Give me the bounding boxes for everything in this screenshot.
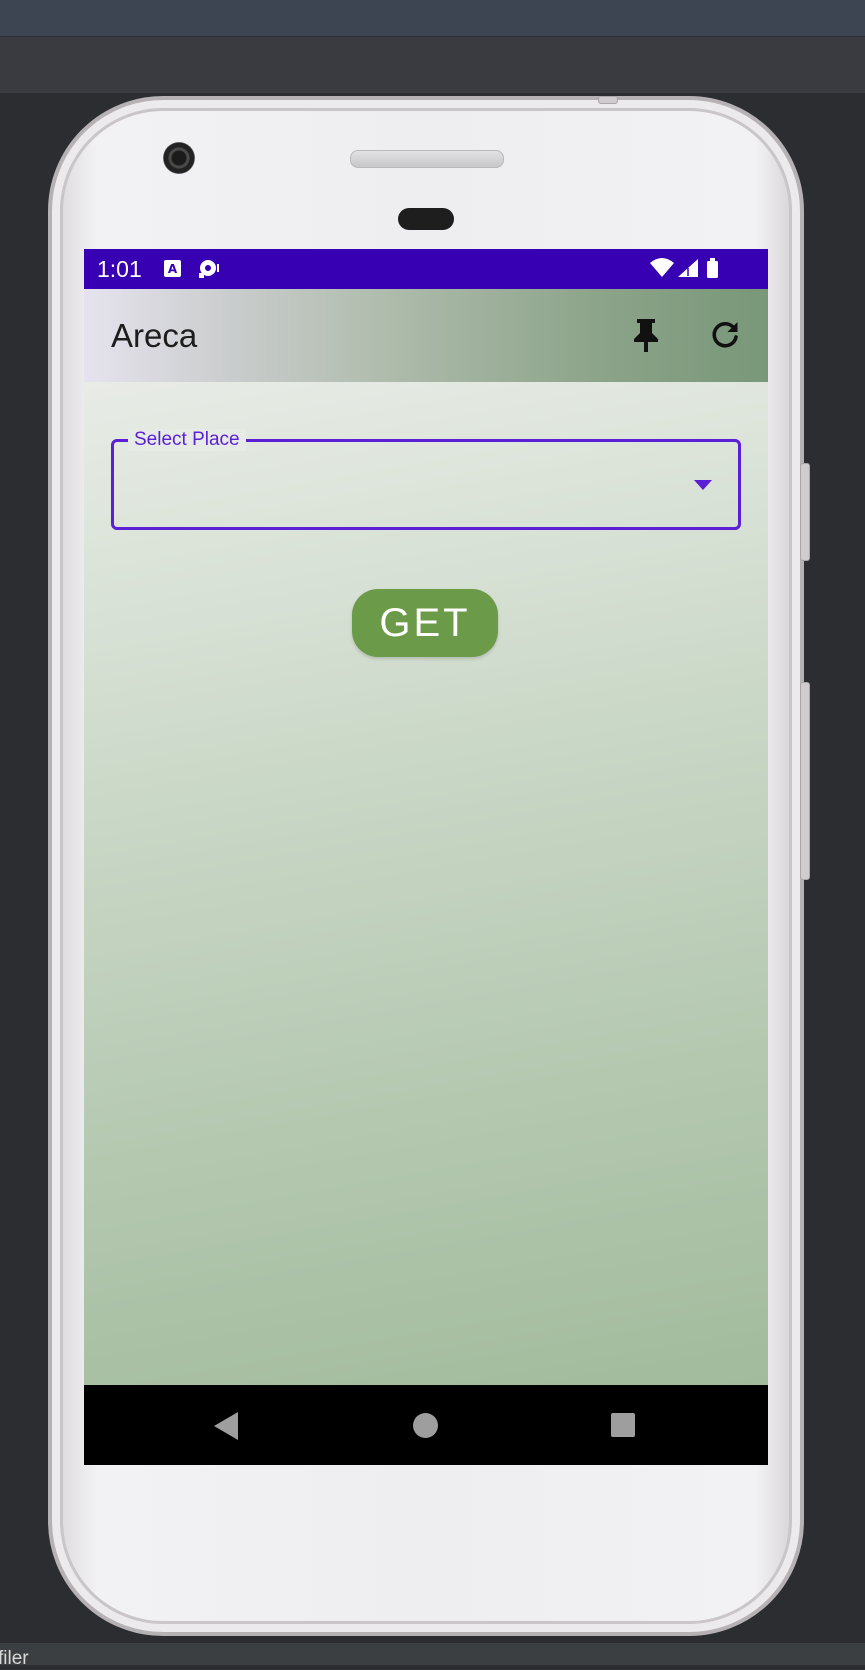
media-record-icon xyxy=(199,260,219,278)
recents-icon[interactable] xyxy=(611,1413,635,1437)
earpiece-speaker xyxy=(350,150,504,168)
pin-icon xyxy=(634,319,658,352)
place-select-label: Select Place xyxy=(128,429,246,451)
wifi-icon xyxy=(650,258,674,277)
device-top-notch xyxy=(598,96,618,104)
svg-text:A: A xyxy=(168,262,178,276)
power-button[interactable] xyxy=(800,463,810,561)
ide-toolbar xyxy=(0,37,865,93)
status-system-icons xyxy=(644,257,754,286)
refresh-button[interactable] xyxy=(704,313,748,357)
pin-button[interactable] xyxy=(624,313,668,357)
app-toolbar: Areca xyxy=(84,289,768,382)
system-nav-bar xyxy=(84,1385,768,1465)
main-content: Select Place GET xyxy=(84,382,768,1385)
device-screen: 1:01 A Areca Select Place GET xyxy=(84,249,768,1465)
app-title: Areca xyxy=(111,317,198,354)
status-time: 1:01 xyxy=(97,256,142,282)
ide-bottom-tab-label[interactable]: filer xyxy=(0,1648,29,1670)
place-select[interactable]: Select Place xyxy=(111,429,741,530)
ide-title-bar xyxy=(0,0,865,37)
refresh-icon xyxy=(712,322,738,348)
get-button[interactable]: GET xyxy=(352,589,498,657)
volume-button[interactable] xyxy=(800,682,810,880)
text-a-icon: A xyxy=(164,260,181,277)
status-bar: 1:01 A xyxy=(84,249,768,289)
back-icon[interactable] xyxy=(214,1412,238,1440)
chevron-down-icon[interactable] xyxy=(694,480,712,490)
proximity-sensor xyxy=(398,208,454,230)
status-notification-icons: A xyxy=(164,258,244,285)
battery-icon xyxy=(707,258,718,278)
ide-bottom-bar xyxy=(0,1643,865,1665)
home-icon[interactable] xyxy=(413,1413,438,1438)
front-camera xyxy=(163,142,195,174)
